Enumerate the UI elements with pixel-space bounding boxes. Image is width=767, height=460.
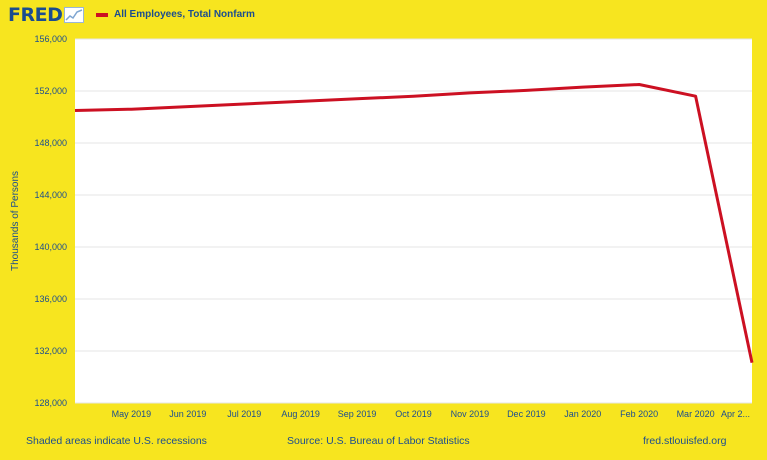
x-tick-label: Feb 2020 xyxy=(620,409,658,419)
x-tick-label: Sep 2019 xyxy=(338,409,377,419)
site-link[interactable]: fred.stlouisfed.org xyxy=(643,435,726,447)
recession-note: Shaded areas indicate U.S. recessions xyxy=(26,435,207,447)
y-tick-label: 148,000 xyxy=(34,138,67,148)
x-tick-label: Dec 2019 xyxy=(507,409,546,419)
x-tick-label: May 2019 xyxy=(112,409,152,419)
y-tick-label: 128,000 xyxy=(34,398,67,408)
line-chart: 128,000 132,000 136,000 140,000 144,000 148,0… xyxy=(10,34,754,419)
y-tick-label: 140,000 xyxy=(34,242,67,252)
y-axis-label: Thousands of Persons xyxy=(10,171,21,271)
x-tick-label: Jun 2019 xyxy=(169,409,206,419)
y-tick-label: 156,000 xyxy=(34,34,67,44)
x-tick-label: Oct 2019 xyxy=(395,409,432,419)
x-tick-label: Mar 2020 xyxy=(677,409,715,419)
y-tick-label: 152,000 xyxy=(34,86,67,96)
x-tick-label: Jan 2020 xyxy=(564,409,601,419)
y-tick-label: 136,000 xyxy=(34,294,67,304)
source-note: Source: U.S. Bureau of Labor Statistics xyxy=(287,435,470,447)
x-tick-label: Jul 2019 xyxy=(227,409,261,419)
y-tick-label: 132,000 xyxy=(34,346,67,356)
x-tick-label: Aug 2019 xyxy=(281,409,320,419)
x-tick-label: Apr 2... xyxy=(721,409,750,419)
plot-area xyxy=(75,39,752,403)
x-tick-label: Nov 2019 xyxy=(451,409,490,419)
y-tick-label: 144,000 xyxy=(34,190,67,200)
